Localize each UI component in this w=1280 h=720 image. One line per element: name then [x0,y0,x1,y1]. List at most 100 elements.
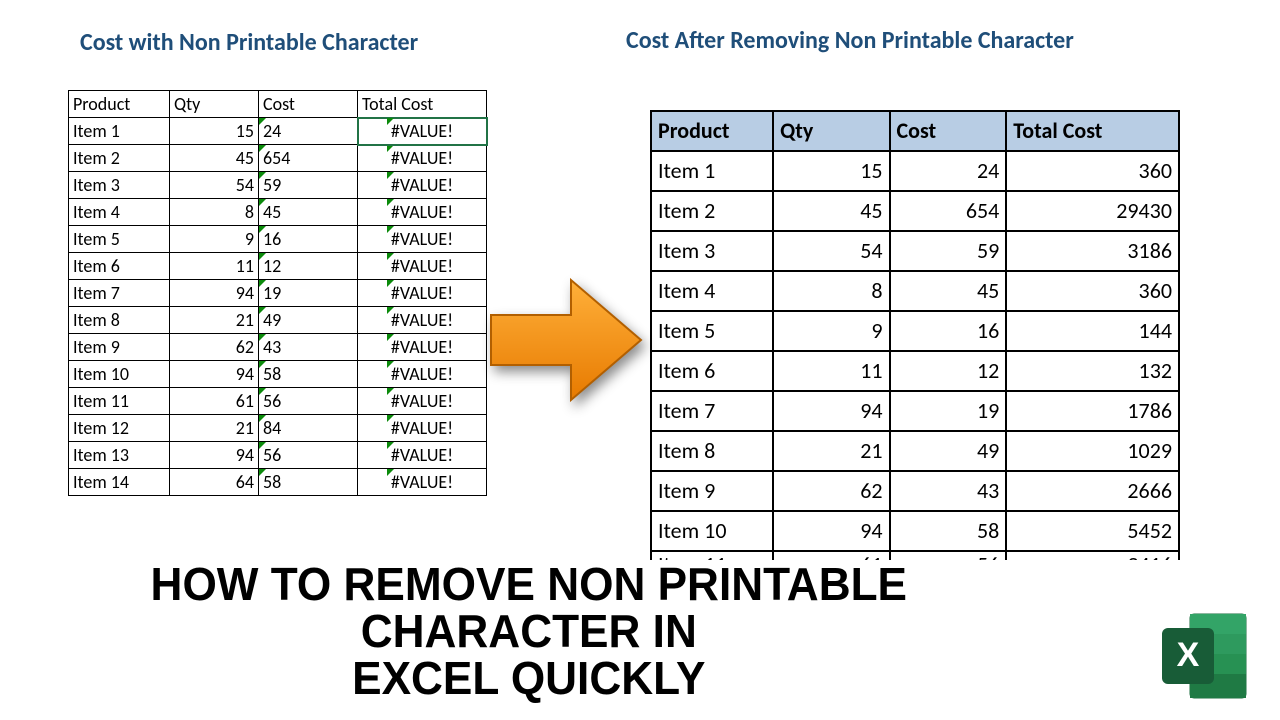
caption-line-2: EXCEL QUICKLY [352,652,705,704]
cell-qty: 11 [170,253,259,280]
cell-qty: 45 [170,145,259,172]
table-row: Item 354593186 [651,231,1179,271]
cell-product: Item 9 [69,334,170,361]
table-row: Item 4845#VALUE! [69,199,487,226]
cell-qty: 62 [773,471,889,511]
cell-cost: 654 [259,145,358,172]
after-table-viewport: Product Qty Cost Total Cost Item 1152436… [650,110,1180,560]
col-header-qty: Qty [773,111,889,151]
cell-cost: 16 [259,226,358,253]
cell-cost: 59 [259,172,358,199]
cell-cost: 56 [259,388,358,415]
cell-cost: 59 [890,231,1007,271]
cell-total: #VALUE! [358,334,487,361]
cell-cost: 56 [259,442,358,469]
cell-total: #VALUE! [358,253,487,280]
cell-total: 132 [1006,351,1179,391]
cell-product: Item 3 [651,231,773,271]
cell-qty: 61 [170,388,259,415]
table-row: Item 61112#VALUE! [69,253,487,280]
col-header-product: Product [69,91,170,118]
right-title: Cost After Removing Non Printable Charac… [626,26,1074,55]
cell-total: #VALUE! [358,145,487,172]
cell-qty: 54 [170,172,259,199]
cell-qty: 21 [773,431,889,471]
table-row: Item 962432666 [651,471,1179,511]
cell-qty: 94 [170,280,259,307]
col-header-product: Product [651,111,773,151]
cell-qty: 21 [170,415,259,442]
table-row: Item 1094585452 [651,511,1179,551]
table-row: Item 139456#VALUE! [69,442,487,469]
cell-cost: 58 [259,361,358,388]
cell-qty: 8 [170,199,259,226]
cell-cost: 43 [890,471,1007,511]
cell-total: #VALUE! [358,415,487,442]
cell-product: Item 10 [651,511,773,551]
cell-total: #VALUE! [358,199,487,226]
cell-total: 1029 [1006,431,1179,471]
col-header-total: Total Cost [1006,111,1179,151]
cell-total: #VALUE! [358,388,487,415]
table-row: Item 4845360 [651,271,1179,311]
cell-total: 3416 [1006,551,1179,560]
col-header-cost: Cost [890,111,1007,151]
cell-product: Item 5 [651,311,773,351]
table-row: Item 5916144 [651,311,1179,351]
cell-total: #VALUE! [358,361,487,388]
table-row: Item 245654#VALUE! [69,145,487,172]
cell-total: 2666 [1006,471,1179,511]
cell-total: 3186 [1006,231,1179,271]
table-row: Item 821491029 [651,431,1179,471]
cell-cost: 19 [890,391,1007,431]
cell-qty: 21 [170,307,259,334]
cell-cost: 45 [259,199,358,226]
cell-total: 144 [1006,311,1179,351]
cell-cost: 12 [890,351,1007,391]
cell-total: #VALUE! [358,172,487,199]
cell-cost: 16 [890,311,1007,351]
cell-cost: 19 [259,280,358,307]
cell-product: Item 3 [69,172,170,199]
cell-cost: 12 [259,253,358,280]
svg-text:X: X [1177,636,1200,674]
cell-total: 1786 [1006,391,1179,431]
col-header-cost: Cost [259,91,358,118]
cell-qty: 11 [773,351,889,391]
col-header-total: Total Cost [358,91,487,118]
cell-product: Item 7 [69,280,170,307]
cell-cost: 24 [890,151,1007,191]
cell-product: Item 8 [651,431,773,471]
cell-qty: 45 [773,191,889,231]
cell-product: Item 8 [69,307,170,334]
table-row: Item 109458#VALUE! [69,361,487,388]
cell-product: Item 4 [651,271,773,311]
before-table: Product Qty Cost Total Cost Item 11524#V… [68,90,487,496]
cell-qty: 94 [170,442,259,469]
cell-total: #VALUE! [358,226,487,253]
cell-qty: 64 [170,469,259,496]
table-row: Item 11524360 [651,151,1179,191]
cell-qty: 15 [170,118,259,145]
cell-qty: 94 [773,511,889,551]
cell-total: #VALUE! [358,118,487,145]
cell-total: 5452 [1006,511,1179,551]
cell-product: Item 10 [69,361,170,388]
cell-cost: 43 [259,334,358,361]
cell-qty: 15 [773,151,889,191]
cell-product: Item 12 [69,415,170,442]
cell-qty: 9 [170,226,259,253]
cell-total: #VALUE! [358,280,487,307]
cell-cost: 45 [890,271,1007,311]
cell-product: Item 5 [69,226,170,253]
cell-total: #VALUE! [358,469,487,496]
cell-total: #VALUE! [358,307,487,334]
cell-total: 360 [1006,271,1179,311]
table-row: Item 82149#VALUE! [69,307,487,334]
cell-total: #VALUE! [358,442,487,469]
cell-product: Item 1 [69,118,170,145]
table-row: Item 146458#VALUE! [69,469,487,496]
after-table: Product Qty Cost Total Cost Item 1152436… [650,110,1180,560]
cell-cost: 49 [890,431,1007,471]
cell-cost: 49 [259,307,358,334]
